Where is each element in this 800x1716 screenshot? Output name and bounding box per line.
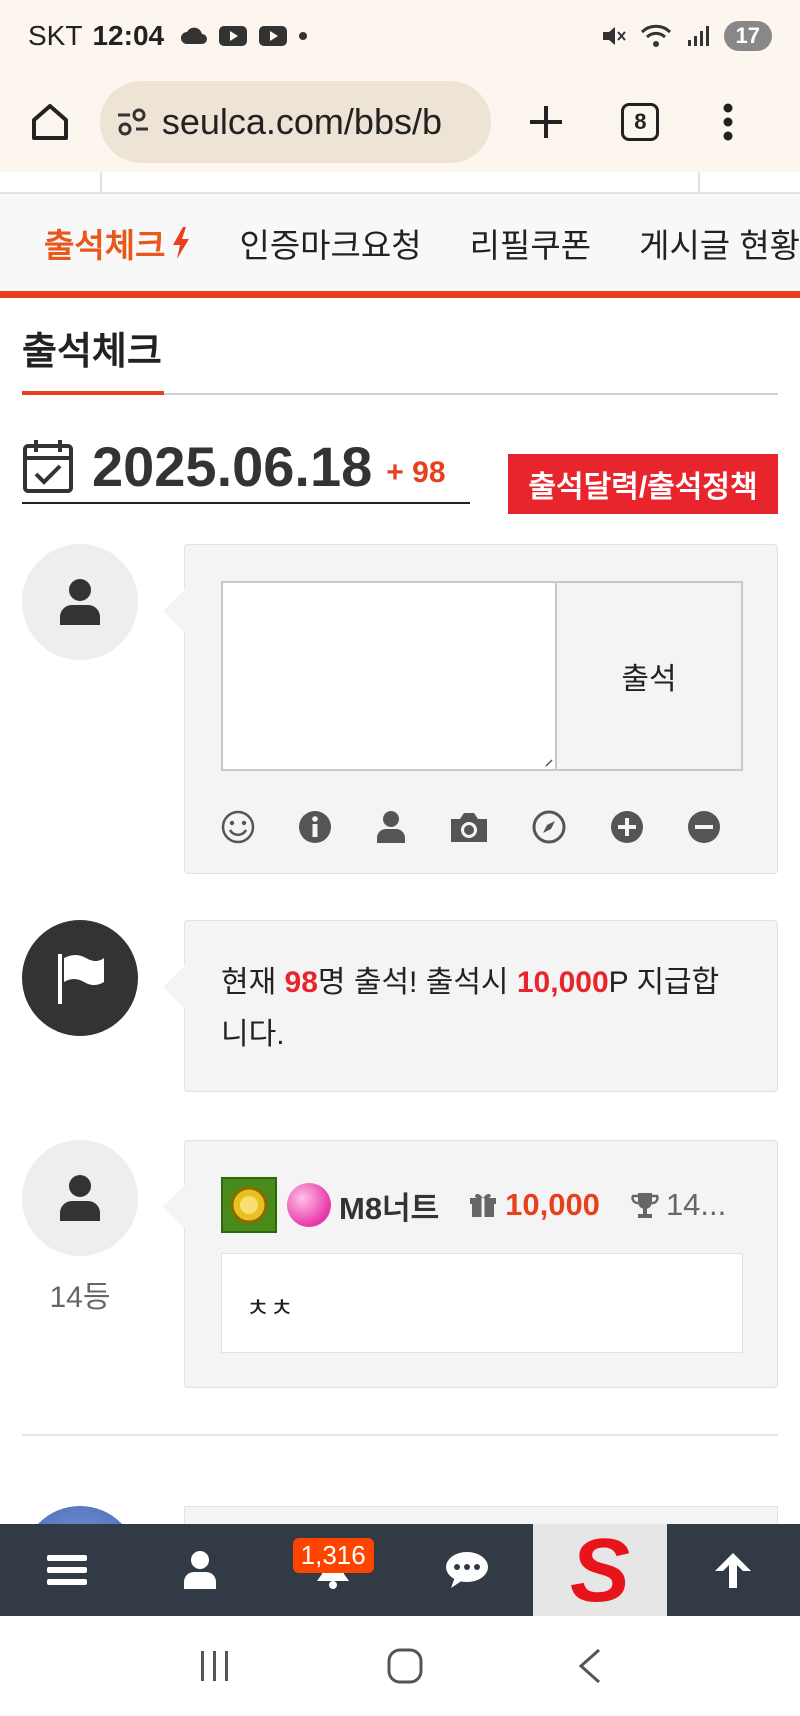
entry-divider	[22, 1434, 778, 1436]
tab-count: 8	[621, 103, 660, 141]
tab-switcher-button[interactable]: 8	[601, 103, 681, 141]
arrow-up-icon	[715, 1553, 752, 1588]
resize-handle-icon	[545, 759, 553, 767]
info-icon[interactable]	[298, 810, 332, 844]
smile-icon[interactable]	[221, 810, 255, 844]
date-row: 2025.06.18 + 98	[22, 430, 470, 504]
attendance-notice: 현재 98명 출석! 출석시 10,000P 지급합니다.	[163, 920, 778, 1092]
coin-icon	[230, 1186, 268, 1224]
nav-chat-button[interactable]	[400, 1524, 533, 1616]
page-title: 출석체크	[22, 331, 162, 373]
reward-points: 10,000	[516, 966, 609, 999]
gift-icon	[470, 1193, 497, 1217]
status-bar: SKT 12:04 17	[0, 0, 800, 72]
tab-refill-coupon[interactable]: 리필쿠폰	[470, 219, 591, 267]
header-strip	[0, 172, 800, 194]
more-vertical-icon	[723, 103, 733, 141]
home-button[interactable]	[24, 100, 76, 144]
grade-ball-icon	[287, 1183, 331, 1227]
tab-post-status[interactable]: 게시글 현황	[639, 219, 800, 267]
recent-apps-icon[interactable]	[197, 1649, 233, 1683]
browser-toolbar: seulca.com/bbs/b 8	[0, 72, 800, 172]
site-settings-icon	[117, 108, 148, 136]
url-text: seulca.com/bbs/b	[161, 101, 442, 142]
menu-button[interactable]	[680, 102, 776, 142]
site-logo: S	[570, 1531, 630, 1609]
youtube-icon	[219, 26, 248, 46]
camera-icon[interactable]	[449, 810, 489, 844]
user-icon	[183, 1551, 216, 1589]
entry-comment: ㅊㅊ	[221, 1253, 743, 1353]
tab-label: 리필쿠폰	[469, 226, 592, 264]
avatar[interactable]	[22, 1140, 138, 1256]
notice-middle: 명 출석! 출석시	[317, 966, 517, 999]
tab-label: 출석체크	[44, 226, 166, 264]
nav-logo-button[interactable]: S	[533, 1524, 667, 1616]
lightning-icon	[173, 226, 190, 259]
attendance-entry: M8너트 10,000 14... ㅊㅊ	[163, 1140, 778, 1388]
carrier-label: SKT	[28, 20, 83, 51]
dot-icon	[299, 32, 308, 40]
back-icon[interactable]	[577, 1648, 603, 1684]
tab-label: 게시글 현황	[639, 226, 800, 264]
nav-menu-button[interactable]	[0, 1524, 133, 1616]
flag-icon	[58, 954, 104, 1004]
board-tabs: 출석체크 인증마크요청 리필쿠폰 게시글 현황	[0, 194, 800, 298]
wifi-icon	[640, 24, 671, 47]
rank-label: 14등	[49, 1281, 111, 1314]
new-tab-button[interactable]	[491, 102, 601, 142]
entry-user-line: M8너트 10,000 14...	[221, 1177, 741, 1233]
signal-icon	[687, 26, 709, 46]
attend-toolbar	[221, 807, 721, 847]
mute-icon	[602, 27, 626, 45]
entry-points: 10,000	[505, 1187, 600, 1222]
username[interactable]: M8너트	[339, 1183, 439, 1228]
nav-scroll-top-button[interactable]	[667, 1524, 800, 1616]
youtube-icon	[259, 26, 288, 46]
current-date: 2025.06.18	[92, 434, 373, 498]
logo-letter: S	[570, 1531, 630, 1609]
hamburger-icon	[46, 1555, 87, 1585]
notification-badge: 1,316	[292, 1538, 374, 1573]
level-icon	[221, 1177, 277, 1233]
cloud-icon	[181, 27, 208, 44]
nav-notification-button[interactable]: 1,316	[267, 1524, 400, 1616]
flag-avatar	[22, 920, 138, 1036]
calendar-check-icon	[23, 440, 73, 493]
plus-icon	[529, 106, 562, 138]
home-nav-icon[interactable]	[387, 1648, 423, 1684]
attend-comment-input[interactable]	[221, 581, 557, 771]
attend-form: 출석	[163, 544, 778, 874]
tab-attendance[interactable]: 출석체크	[44, 219, 191, 267]
attend-button[interactable]: 출석	[557, 581, 743, 771]
attendee-count: 98	[284, 966, 318, 999]
system-nav	[0, 1616, 800, 1716]
attendance-increase: + 98	[386, 456, 446, 489]
calendar-policy-button[interactable]: 출석달력/출석정책	[508, 454, 778, 514]
points-group: 10,000	[469, 1187, 600, 1223]
compass-icon[interactable]	[532, 810, 566, 844]
rank-group: 14...	[630, 1187, 726, 1223]
battery-indicator: 17	[723, 21, 772, 51]
tab-cert-mark[interactable]: 인증마크요청	[239, 219, 421, 267]
trophy-icon	[631, 1193, 659, 1218]
chat-icon	[445, 1552, 488, 1588]
tab-label: 인증마크요청	[239, 226, 422, 264]
clock: 12:04	[92, 20, 165, 51]
plus-circle-icon[interactable]	[610, 810, 644, 844]
minus-circle-icon[interactable]	[687, 810, 721, 844]
entry-rank: 14...	[665, 1187, 727, 1222]
notice-prefix: 현재	[221, 966, 285, 999]
home-icon	[31, 104, 68, 140]
notification-icons	[180, 25, 308, 47]
avatar	[22, 544, 138, 660]
user-icon	[60, 579, 100, 625]
address-bar[interactable]: seulca.com/bbs/b	[99, 81, 491, 163]
user-icon	[60, 1175, 100, 1221]
user-icon[interactable]	[376, 810, 406, 844]
title-underline	[22, 391, 164, 395]
nav-profile-button[interactable]	[133, 1524, 266, 1616]
notice-text: 현재 98명 출석! 출석시 10,000P 지급합니다.	[221, 957, 741, 1061]
bottom-nav: 1,316 S	[0, 1524, 800, 1616]
